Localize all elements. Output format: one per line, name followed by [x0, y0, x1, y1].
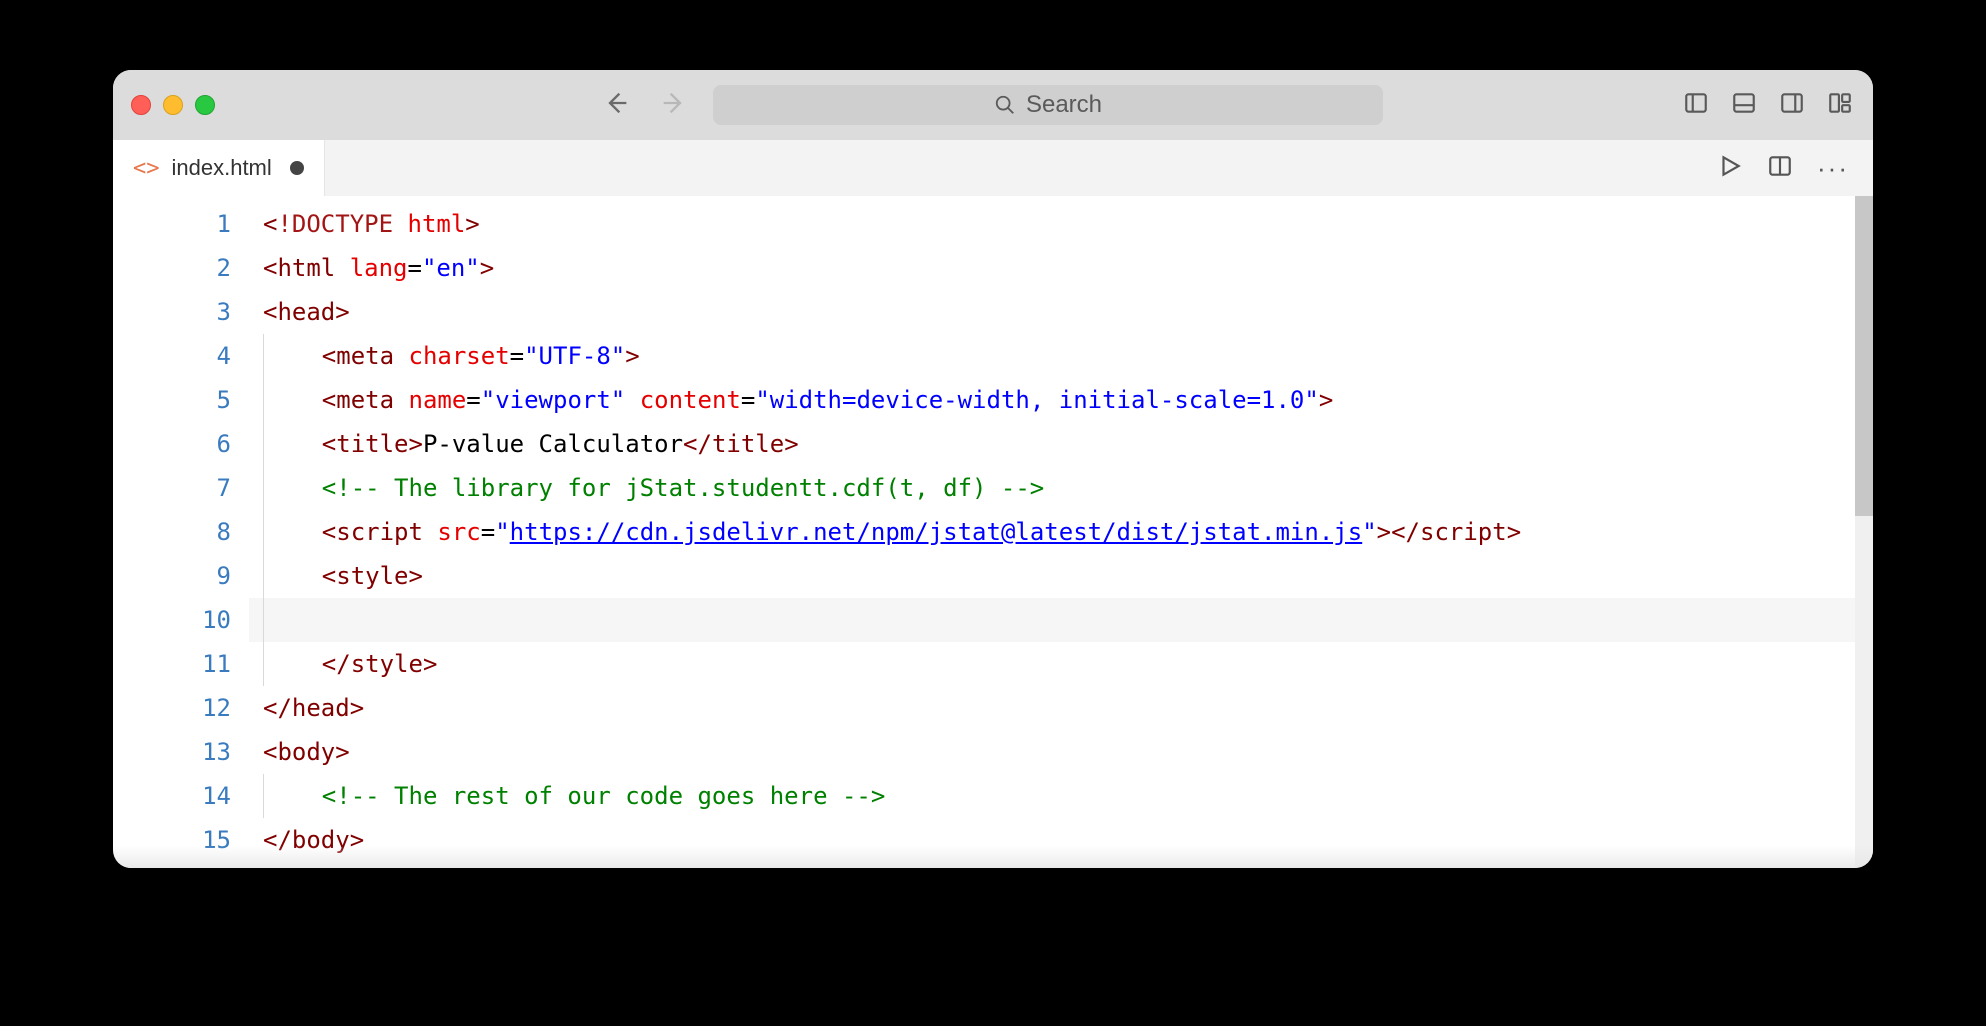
layout-grid-icon: [1827, 90, 1853, 116]
toggle-panel-button[interactable]: [1731, 90, 1757, 121]
nav-forward-button[interactable]: [659, 89, 687, 122]
code-line[interactable]: <head>: [249, 290, 1873, 334]
line-number: 8: [131, 510, 231, 554]
code-line[interactable]: <!-- The rest of our code goes here -->: [249, 774, 1873, 818]
code-line[interactable]: </body>: [249, 818, 1873, 862]
code-line[interactable]: </head>: [249, 686, 1873, 730]
line-number: 4: [131, 334, 231, 378]
line-number: 7: [131, 466, 231, 510]
tab-filename: index.html: [172, 155, 272, 181]
line-number: 15: [131, 818, 231, 862]
code-line[interactable]: <meta name="viewport" content="width=dev…: [249, 378, 1873, 422]
arrow-right-icon: [659, 89, 687, 117]
line-number: 13: [131, 730, 231, 774]
panel-left-icon: [1683, 90, 1709, 116]
editor-window: Search <> index.html: [113, 70, 1873, 868]
tab-bar: <> index.html ···: [113, 140, 1873, 196]
nav-arrows: [603, 89, 687, 122]
line-number: 6: [131, 422, 231, 466]
line-number: 14: [131, 774, 231, 818]
code-content[interactable]: <!DOCTYPE html><html lang="en"><head> <m…: [249, 196, 1873, 868]
scrollbar-thumb[interactable]: [1855, 196, 1873, 516]
line-number: 10: [131, 598, 231, 642]
line-number: 9: [131, 554, 231, 598]
zoom-window-button[interactable]: [195, 95, 215, 115]
code-line[interactable]: <title>P-value Calculator</title>: [249, 422, 1873, 466]
code-line[interactable]: <!DOCTYPE html>: [249, 202, 1873, 246]
line-number: 5: [131, 378, 231, 422]
titlebar-actions: [1683, 90, 1853, 121]
split-editor-button[interactable]: [1767, 153, 1793, 184]
code-line[interactable]: <!-- The library for jStat.studentt.cdf(…: [249, 466, 1873, 510]
more-actions-button[interactable]: ···: [1817, 155, 1849, 181]
arrow-left-icon: [603, 89, 631, 117]
code-editor[interactable]: 123456789101112131415 <!DOCTYPE html><ht…: [113, 196, 1873, 868]
editor-actions: ···: [1693, 140, 1873, 196]
run-button[interactable]: [1717, 153, 1743, 184]
code-line[interactable]: <style>: [249, 554, 1873, 598]
code-line[interactable]: </style>: [249, 642, 1873, 686]
line-number: 11: [131, 642, 231, 686]
search-icon: [994, 94, 1016, 116]
toggle-primary-sidebar-button[interactable]: [1683, 90, 1709, 121]
nav-back-button[interactable]: [603, 89, 631, 122]
code-line[interactable]: [249, 598, 1873, 642]
code-line[interactable]: <html lang="en">: [249, 246, 1873, 290]
modified-indicator-icon: [290, 161, 304, 175]
titlebar: Search: [113, 70, 1873, 140]
play-icon: [1717, 153, 1743, 179]
panel-bottom-icon: [1731, 90, 1757, 116]
traffic-lights: [131, 95, 215, 115]
ellipsis-icon: ···: [1817, 153, 1849, 183]
line-number: 1: [131, 202, 231, 246]
line-number: 2: [131, 246, 231, 290]
tab-index-html[interactable]: <> index.html: [113, 140, 325, 196]
minimize-window-button[interactable]: [163, 95, 183, 115]
search-box[interactable]: Search: [713, 85, 1383, 125]
close-window-button[interactable]: [131, 95, 151, 115]
split-vertical-icon: [1767, 153, 1793, 179]
line-number: 3: [131, 290, 231, 334]
code-line[interactable]: <body>: [249, 730, 1873, 774]
toggle-secondary-sidebar-button[interactable]: [1779, 90, 1805, 121]
code-line[interactable]: <meta charset="UTF-8">: [249, 334, 1873, 378]
panel-right-icon: [1779, 90, 1805, 116]
customize-layout-button[interactable]: [1827, 90, 1853, 121]
line-number: 12: [131, 686, 231, 730]
code-line[interactable]: <script src="https://cdn.jsdelivr.net/np…: [249, 510, 1873, 554]
line-number-gutter: 123456789101112131415: [113, 196, 249, 868]
search-placeholder: Search: [1026, 91, 1102, 119]
html-file-icon: <>: [133, 156, 160, 181]
minimap-scrollbar[interactable]: [1855, 196, 1873, 868]
